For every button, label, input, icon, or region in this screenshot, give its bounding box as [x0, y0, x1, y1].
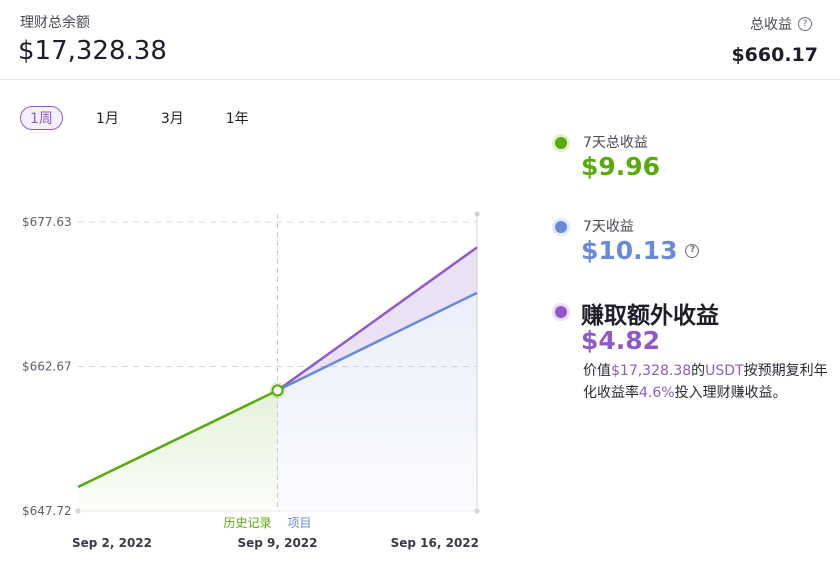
- projected-dot: [555, 221, 567, 233]
- header: 理财总余额 $17,328.38 总收益 ? $660.17: [0, 0, 840, 80]
- extra-value: $4.82: [581, 326, 660, 355]
- history-dot: [555, 137, 567, 149]
- tab-3-months[interactable]: 3月: [152, 106, 193, 130]
- desc-amount: $17,328.38: [611, 363, 692, 379]
- tab-1-week[interactable]: 1周: [20, 106, 63, 130]
- tab-1-year[interactable]: 1年: [217, 106, 258, 130]
- projected-region-label: 项目: [288, 516, 312, 530]
- history-area: [78, 390, 278, 511]
- extra-dot: [555, 306, 567, 318]
- extra-description: 价值$17,328.38的USDT按预期复利年化收益率4.6%投入理财赚收益。: [583, 360, 833, 404]
- x-tick-label: Sep 16, 2022: [391, 536, 479, 550]
- total-income-label: 总收益 ?: [750, 14, 812, 34]
- desc-asset: USDT: [705, 363, 744, 379]
- projected-label: 7天收益: [583, 219, 634, 235]
- earnings-chart: $677.63 $662.67 $647.72 历史记录 项目 Sep 2, 2022 Se…: [0, 190, 520, 560]
- axis-end-dot: [474, 211, 480, 217]
- x-tick-label: Sep 9, 2022: [237, 536, 317, 550]
- y-tick-label: $662.67: [22, 360, 72, 374]
- total-income-value: $660.17: [731, 44, 818, 66]
- history-region-label: 历史记录: [223, 516, 271, 530]
- history-value-text: $9.96: [581, 152, 661, 181]
- desc-text: 价值: [583, 363, 611, 379]
- tab-1-month[interactable]: 1月: [87, 106, 128, 130]
- extra-title: 赚取额外收益: [581, 303, 719, 329]
- history-label: 7天总收益: [583, 135, 648, 151]
- total-income-label-text: 总收益: [750, 17, 792, 33]
- earn-overview: 理财总余额 $17,328.38 总收益 ? $660.17 1周 1月 3月 …: [0, 0, 840, 566]
- extra-value-text: $4.82: [581, 326, 661, 355]
- current-point: [271, 384, 284, 397]
- projected-value-text: $10.13: [581, 236, 678, 265]
- x-tick-label: Sep 2, 2022: [72, 536, 152, 550]
- desc-rate: 4.6%: [639, 385, 675, 401]
- info-icon[interactable]: ?: [685, 243, 700, 258]
- info-icon[interactable]: ?: [798, 17, 812, 31]
- period-tabs: 1周 1月 3月 1年: [20, 106, 282, 130]
- history-value: $9.96: [581, 152, 660, 181]
- y-tick-label: $647.72: [22, 504, 72, 518]
- balance-value: $17,328.38: [18, 36, 167, 66]
- desc-text: 的: [691, 363, 706, 379]
- chart-svg: $677.63 $662.67 $647.72 历史记录 项目 Sep 2, 2022 Se…: [22, 211, 480, 550]
- y-tick-label: $677.63: [22, 215, 72, 229]
- desc-text: 投入理财赚收益。: [674, 385, 787, 401]
- balance-label: 理财总余额: [20, 15, 90, 31]
- projected-value: $10.13 ?: [581, 236, 700, 265]
